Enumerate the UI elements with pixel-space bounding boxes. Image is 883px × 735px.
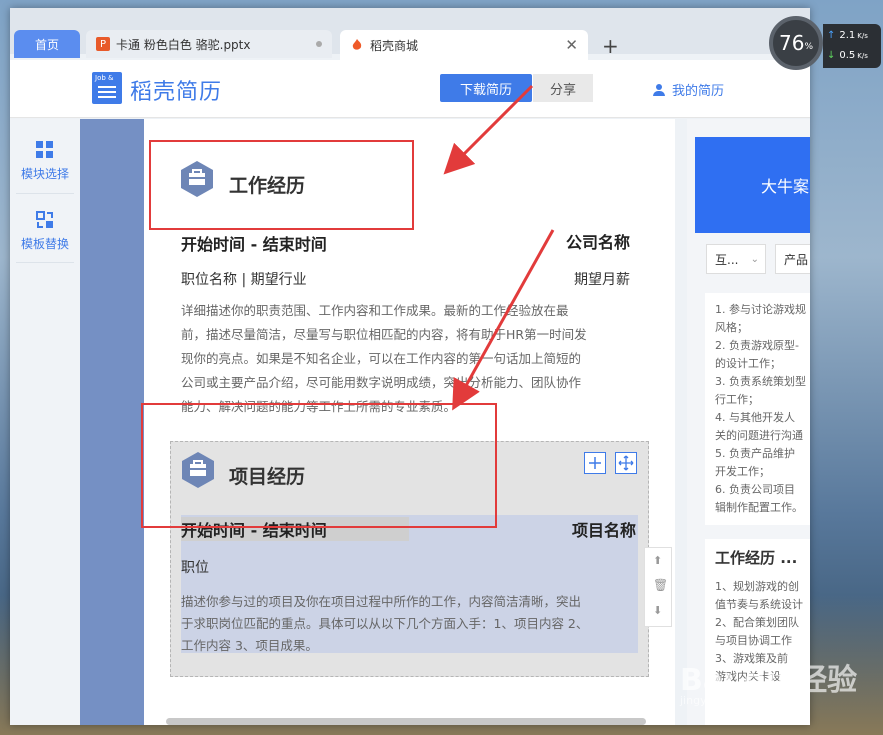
- upload-arrow-icon: ↑: [827, 30, 836, 41]
- move-icon[interactable]: [615, 452, 637, 474]
- logo-text: 稻壳简历: [130, 80, 223, 105]
- template-replace-label: 模板替换: [20, 237, 69, 251]
- work-time-range[interactable]: 开始时间 - 结束时间: [181, 231, 327, 255]
- tab-home-label: 首页: [34, 37, 59, 52]
- case-card-1[interactable]: 1. 参与讨论游戏规 风格； 2. 负责游戏原型- 的设计工作； 3. 负责系统…: [705, 293, 810, 525]
- annotation-box-work: [149, 140, 414, 230]
- work-company[interactable]: 公司名称: [566, 229, 630, 253]
- tab-docer-label: 稻壳商城: [370, 38, 419, 53]
- annotation-box-project: [141, 403, 497, 528]
- chevron-down-icon: ⌄: [750, 253, 759, 265]
- tool-rail: 模块选择 模板替换: [10, 119, 80, 725]
- tab-home[interactable]: 首页: [14, 30, 80, 58]
- cpu-gauge: 76 %: [769, 16, 823, 70]
- rail-divider: [16, 193, 74, 194]
- add-item-button[interactable]: [584, 452, 606, 474]
- project-name[interactable]: 项目名称: [572, 517, 636, 541]
- rail-divider: [16, 262, 74, 263]
- move-down-icon[interactable]: ⬇: [653, 604, 662, 617]
- case-card-2-title: 工作经历 ...: [715, 549, 798, 567]
- new-tab-button[interactable]: +: [602, 34, 619, 58]
- share-button[interactable]: 分享: [533, 74, 593, 102]
- unsaved-dot-icon: [316, 41, 322, 47]
- project-item-highlight[interactable]: 开始时间 - 结束时间 项目名称 职位 描述你参与过的项目及你在项目过程中所作的…: [181, 515, 638, 653]
- item-tools: ⬆ 🗑 ⬇: [644, 547, 672, 627]
- download-resume-button[interactable]: 下载简历: [440, 74, 532, 102]
- resume-color-strip: [80, 119, 144, 725]
- browser-window: 首页 P 卡通 粉色白色 骆驼.pptx 稻壳商城 ✕ + Job & 稻壳简历…: [10, 8, 810, 725]
- watermark-url: jingyan.baidu.com: [680, 694, 782, 707]
- job-filter[interactable]: 产品: [775, 244, 810, 274]
- tab-docer-mall[interactable]: 稻壳商城 ✕: [340, 30, 588, 60]
- tab-pptx-label: 卡通 粉色白色 骆驼.pptx: [116, 37, 251, 52]
- module-select-label: 模块选择: [20, 167, 69, 181]
- template-replace-button[interactable]: 模板替换: [10, 211, 80, 252]
- user-icon: [653, 83, 665, 96]
- horizontal-scrollbar[interactable]: [166, 718, 646, 725]
- industry-filter[interactable]: 互... ⌄: [706, 244, 766, 274]
- logo-icon: Job &: [92, 72, 122, 104]
- my-resume-label: 我的简历: [672, 84, 725, 99]
- swap-icon: [36, 211, 54, 229]
- module-select-button[interactable]: 模块选择: [10, 141, 80, 182]
- project-description[interactable]: 描述你参与过的项目及你在项目过程中所作的工作，内容简洁清晰，突出 于求职岗位匹配…: [181, 591, 636, 657]
- watermark: Bai du 经验: [680, 663, 858, 698]
- network-speed: ↑ 2.1 K/s ↓ 0.5 K/s: [823, 24, 881, 68]
- system-monitor-widget[interactable]: 76 % ↑ 2.1 K/s ↓ 0.5 K/s: [763, 14, 881, 74]
- download-arrow-icon: ↓: [827, 50, 836, 61]
- project-position[interactable]: 职位: [181, 557, 209, 577]
- tab-pptx[interactable]: P 卡通 粉色白色 骆驼.pptx: [86, 30, 332, 58]
- move-up-icon[interactable]: ⬆: [653, 554, 662, 567]
- work-position-industry[interactable]: 职位名称 | 期望行业: [181, 269, 307, 289]
- case-banner[interactable]: 大牛案: [695, 137, 810, 233]
- my-resume-link[interactable]: 我的简历: [653, 80, 724, 99]
- delete-icon[interactable]: 🗑: [653, 578, 668, 592]
- template-suggestion-panel: 大牛案 互... ⌄ 产品 1. 参与讨论游戏规 风格； 2. 负责游戏原型- …: [687, 119, 810, 725]
- close-icon[interactable]: ✕: [565, 36, 578, 54]
- presentation-icon: P: [96, 37, 110, 51]
- docer-flame-icon: [350, 38, 364, 52]
- tab-bar: 首页 P 卡通 粉色白色 骆驼.pptx 稻壳商城 ✕ +: [10, 8, 810, 60]
- app-header: Job & 稻壳简历 下载简历 分享 我的简历: [10, 60, 810, 118]
- grid-icon: [36, 141, 54, 159]
- work-salary[interactable]: 期望月薪: [574, 269, 630, 289]
- work-description[interactable]: 详细描述你的职责范围、工作内容和工作成果。最新的工作经验放在最 前，描述尽量简洁…: [181, 299, 651, 419]
